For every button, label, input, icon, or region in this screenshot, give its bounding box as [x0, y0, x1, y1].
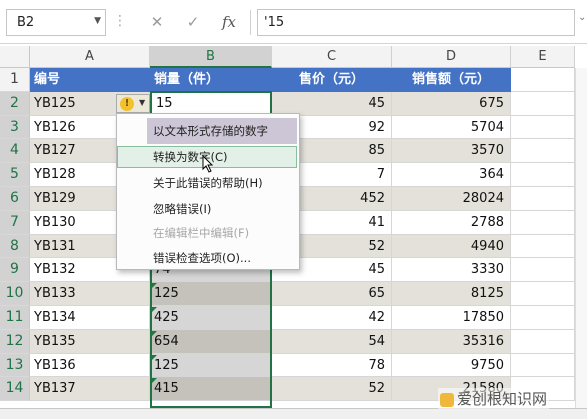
row-header-1[interactable]: 1 — [0, 68, 30, 92]
column-header-a[interactable]: A — [30, 46, 150, 68]
sales-cell[interactable]: 364 — [392, 163, 511, 187]
warning-icon: ! — [120, 97, 134, 111]
id-cell[interactable]: YB137 — [30, 377, 150, 402]
menu-title: 以文本形式存储的数字 — [147, 118, 297, 144]
formula-bar-divider — [250, 10, 251, 35]
price-cell[interactable]: 54 — [272, 329, 392, 354]
sheet-tab-bar[interactable] — [0, 408, 587, 419]
table-cell[interactable] — [511, 68, 575, 92]
sales-cell[interactable]: 28024 — [392, 187, 511, 211]
sales-cell[interactable]: 675 — [392, 91, 511, 116]
row-header-14[interactable]: 14 — [0, 377, 30, 402]
select-all-corner[interactable] — [0, 46, 30, 68]
column-header-b[interactable]: B — [150, 46, 272, 68]
price-cell[interactable]: 42 — [272, 306, 392, 330]
expand-formula-bar-icon[interactable]: ⌄ — [578, 12, 586, 23]
watermark: 爱创根知识网 — [438, 388, 550, 409]
mouse-cursor-icon — [202, 155, 214, 173]
sales-cell[interactable]: 3570 — [392, 139, 511, 164]
sales-cell[interactable]: 17850 — [392, 306, 511, 330]
sales-cell[interactable]: 9750 — [392, 353, 511, 378]
row-header-12[interactable]: 12 — [0, 329, 30, 354]
sales-cell[interactable]: 2788 — [392, 210, 511, 235]
column-header-c[interactable]: C — [272, 46, 392, 68]
sales-cell[interactable]: 4940 — [392, 234, 511, 259]
column-header-d[interactable]: D — [392, 46, 511, 68]
name-box[interactable]: B2 ▼ — [6, 9, 106, 36]
row-header-8[interactable]: 8 — [0, 234, 30, 259]
menu-item-help[interactable]: 关于此错误的帮助(H) — [117, 172, 299, 194]
chevron-down-icon: ▼ — [139, 98, 146, 107]
table-cell[interactable] — [511, 91, 575, 116]
row-header-10[interactable]: 10 — [0, 282, 30, 306]
table-cell[interactable] — [511, 282, 575, 306]
formula-input[interactable]: '15 — [257, 9, 575, 36]
row-header-9[interactable]: 9 — [0, 258, 30, 283]
id-cell[interactable]: YB136 — [30, 353, 150, 378]
row-header-11[interactable]: 11 — [0, 306, 30, 330]
table-cell[interactable] — [511, 329, 575, 354]
enter-icon[interactable]: ✓ — [177, 9, 209, 36]
insert-function-button[interactable]: fx — [213, 9, 245, 36]
menu-item-ignore-error[interactable]: 忽略错误(I) — [117, 198, 299, 220]
id-cell[interactable]: YB134 — [30, 306, 150, 330]
row-header-7[interactable]: 7 — [0, 210, 30, 235]
table-cell[interactable] — [511, 234, 575, 259]
sales-cell[interactable]: 8125 — [392, 282, 511, 306]
formula-bar-grip-icon[interactable]: ⋮ — [113, 9, 127, 36]
error-context-menu: 以文本形式存储的数字 转换为数字(C) 关于此错误的帮助(H) 忽略错误(I) … — [116, 113, 300, 270]
table-cell[interactable] — [511, 306, 575, 330]
header-cell-c[interactable]: 售价（元） — [272, 68, 392, 92]
id-cell[interactable]: YB133 — [30, 282, 150, 306]
table-cell[interactable] — [511, 210, 575, 235]
row-header-6[interactable]: 6 — [0, 187, 30, 211]
name-box-value: B2 — [17, 15, 35, 30]
table-cell[interactable] — [511, 187, 575, 211]
table-cell[interactable] — [511, 353, 575, 378]
price-cell[interactable]: 65 — [272, 282, 392, 306]
row-header-5[interactable]: 5 — [0, 163, 30, 187]
menu-item-error-check-options[interactable]: 错误检查选项(O)... — [117, 247, 299, 269]
sales-cell[interactable]: 35316 — [392, 329, 511, 354]
row-header-3[interactable]: 3 — [0, 115, 30, 140]
watermark-logo-icon — [440, 392, 454, 407]
table-cell[interactable] — [511, 163, 575, 187]
active-cell-value: 15 — [156, 96, 173, 111]
row-header-2[interactable]: 2 — [0, 91, 30, 116]
error-check-button[interactable]: ! ▼ — [116, 94, 150, 113]
price-cell[interactable]: 78 — [272, 353, 392, 378]
row-header-4[interactable]: 4 — [0, 139, 30, 164]
header-cell-b[interactable]: 销量（件） — [150, 68, 272, 92]
vertical-scrollbar[interactable] — [575, 68, 587, 408]
table-cell[interactable] — [511, 139, 575, 164]
sales-cell[interactable]: 5704 — [392, 115, 511, 140]
id-cell[interactable]: YB135 — [30, 329, 150, 354]
sales-cell[interactable]: 3330 — [392, 258, 511, 283]
header-cell-a[interactable]: 编号 — [30, 68, 150, 92]
watermark-text: 爱创根知识网 — [457, 390, 548, 408]
row-header-13[interactable]: 13 — [0, 353, 30, 378]
table-cell[interactable] — [511, 258, 575, 283]
header-cell-d[interactable]: 销售额（元） — [392, 68, 511, 92]
table-cell[interactable] — [511, 115, 575, 140]
menu-item-edit-in-formula-bar: 在编辑栏中编辑(F) — [153, 226, 250, 240]
price-cell[interactable]: 52 — [272, 377, 392, 402]
cancel-icon[interactable]: ✕ — [141, 9, 173, 36]
active-cell-b2[interactable]: 15 — [150, 91, 272, 115]
chevron-down-icon[interactable]: ▼ — [94, 16, 101, 26]
column-header-e[interactable]: E — [511, 46, 575, 68]
formula-value: '15 — [264, 15, 285, 30]
